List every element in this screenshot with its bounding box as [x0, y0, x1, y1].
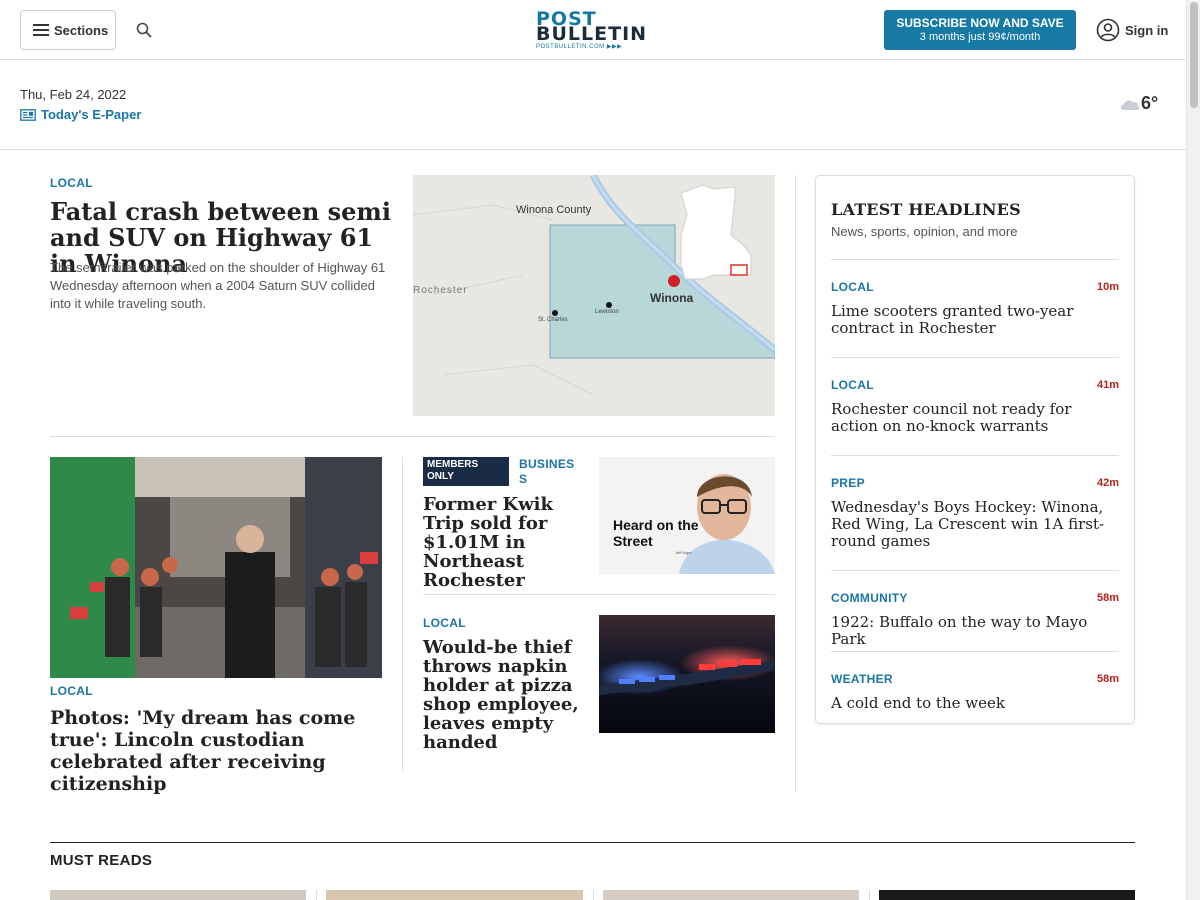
sections-label: Sections	[54, 22, 109, 38]
headline-kicker[interactable]: LOCAL	[831, 280, 874, 294]
headline-time: 58m	[1096, 673, 1119, 685]
headline-time: 58m	[1096, 592, 1119, 604]
scrollbar-thumb[interactable]	[1190, 2, 1198, 108]
must-read-thumbnail[interactable]	[603, 890, 859, 900]
story4-kicker[interactable]: LOCAL	[423, 616, 466, 630]
hamburger-icon	[33, 24, 49, 36]
columnist-caption: Jeff Kiger	[675, 550, 692, 555]
search-icon[interactable]	[136, 22, 152, 38]
columnist-portrait	[599, 457, 775, 574]
story4-headline[interactable]: Would-be thief throws napkin holder at p…	[423, 638, 588, 752]
subscribe-title: SUBSCRIBE NOW AND SAVE	[896, 16, 1064, 30]
must-read-thumbnail[interactable]	[879, 890, 1135, 900]
story2-kicker[interactable]: LOCAL	[50, 684, 93, 698]
latest-headlines-subtitle: News, sports, opinion, and more	[831, 224, 1018, 239]
headline-title[interactable]: Lime scooters granted two-year contract …	[831, 303, 1123, 337]
must-read-thumbnail[interactable]	[50, 890, 306, 900]
headline-title[interactable]: Rochester council not ready for action o…	[831, 401, 1123, 435]
headline-kicker[interactable]: LOCAL	[831, 378, 874, 392]
headline-title[interactable]: Wednesday's Boys Hockey: Winona, Red Win…	[831, 499, 1123, 550]
cloud-icon	[1121, 99, 1140, 110]
current-date: Thu, Feb 24, 2022	[20, 87, 127, 102]
map-label-lewiston: Lewiston	[595, 309, 619, 315]
map-label-county: Winona County	[516, 204, 592, 216]
hallway-celebration-image	[50, 457, 382, 678]
sections-menu-button[interactable]: Sections	[20, 10, 116, 50]
police-lights-graphic	[599, 615, 775, 733]
story2-headline[interactable]: Photos: 'My dream has come true': Lincol…	[50, 707, 390, 795]
heard-on-street-text: Heard on the Street	[613, 517, 699, 549]
epaper-link[interactable]: Today's E-Paper	[20, 107, 141, 122]
sign-in-button[interactable]: Sign in	[1096, 17, 1168, 43]
must-reads-title: MUST READS	[50, 852, 153, 869]
story3-kicker[interactable]: BUSINESS	[519, 457, 579, 487]
map-label-st-charles: St. Charles	[538, 317, 568, 323]
column-divider	[402, 457, 403, 771]
lead-story-map-image[interactable]: Winona County Winona Rochester St. Charl…	[413, 175, 775, 416]
must-reads-rule	[50, 842, 1135, 843]
members-only-badge: MEMBERS ONLY	[423, 457, 509, 486]
latest-headline-item[interactable]: WEATHER 58m A cold end to the week	[831, 651, 1119, 721]
latest-headline-item[interactable]: PREP 42m Wednesday's Boys Hockey: Winona…	[831, 455, 1119, 568]
post-bulletin-logo[interactable]: POST BULLETIN POSTBULLETIN.COM ▶▶▶	[536, 10, 651, 51]
headline-title[interactable]: 1922: Buffalo on the way to Mayo Park	[831, 614, 1123, 648]
headline-kicker[interactable]: PREP	[831, 476, 865, 490]
logo-line-bulletin: BULLETIN	[536, 23, 648, 45]
custodian-citizenship-photo[interactable]	[50, 457, 382, 678]
latest-headline-item[interactable]: LOCAL 41m Rochester council not ready fo…	[831, 357, 1119, 453]
weather-widget[interactable]: 6°	[1119, 93, 1158, 114]
heard-on-the-street-image[interactable]: Heard on the Street Jeff Kiger	[599, 457, 775, 574]
section-divider	[50, 436, 775, 437]
user-account-icon	[1096, 18, 1120, 42]
must-read-divider	[316, 890, 317, 900]
map-label-winona: Winona	[650, 291, 694, 305]
map-label-rochester: Rochester	[413, 285, 468, 296]
newspaper-icon	[20, 108, 36, 121]
story-divider	[423, 594, 775, 595]
police-lights-image[interactable]	[599, 615, 775, 733]
must-read-thumbnail[interactable]	[326, 890, 583, 900]
headline-title[interactable]: A cold end to the week	[831, 695, 1123, 712]
headline-time: 10m	[1096, 281, 1119, 293]
story3-headline[interactable]: Former Kwik Trip sold for $1.01M in Nort…	[423, 495, 588, 590]
page-scrollbar[interactable]	[1186, 0, 1200, 900]
headline-kicker[interactable]: COMMUNITY	[831, 591, 908, 605]
latest-headline-item[interactable]: COMMUNITY 58m 1922: Buffalo on the way t…	[831, 570, 1119, 650]
latest-headlines-panel: LATEST HEADLINES News, sports, opinion, …	[815, 175, 1135, 724]
temperature: 6°	[1141, 93, 1159, 113]
headline-time: 41m	[1096, 379, 1119, 391]
lead-story-kicker[interactable]: LOCAL	[50, 176, 93, 190]
latest-headline-item[interactable]: LOCAL 10m Lime scooters granted two-year…	[831, 259, 1119, 355]
headline-time: 42m	[1096, 477, 1119, 489]
must-read-divider	[869, 890, 870, 900]
subscribe-subtitle: 3 months just 99¢/month	[919, 31, 1041, 43]
subscribe-button[interactable]: SUBSCRIBE NOW AND SAVE 3 months just 99¢…	[884, 10, 1076, 50]
latest-headlines-title: LATEST HEADLINES	[831, 200, 1021, 219]
headline-kicker[interactable]: WEATHER	[831, 672, 893, 686]
sidebar-divider	[795, 175, 796, 792]
epaper-label: Today's E-Paper	[41, 107, 142, 122]
sign-in-label: Sign in	[1125, 22, 1169, 38]
must-read-divider	[593, 890, 594, 900]
dateline-bar: Thu, Feb 24, 2022 Today's E-Paper 6°	[0, 60, 1186, 150]
top-navigation-bar: Sections POST BULLETIN POSTBULLETIN.COM …	[0, 0, 1186, 60]
lead-story-summary: The semitrailer was parked on the should…	[50, 260, 386, 311]
